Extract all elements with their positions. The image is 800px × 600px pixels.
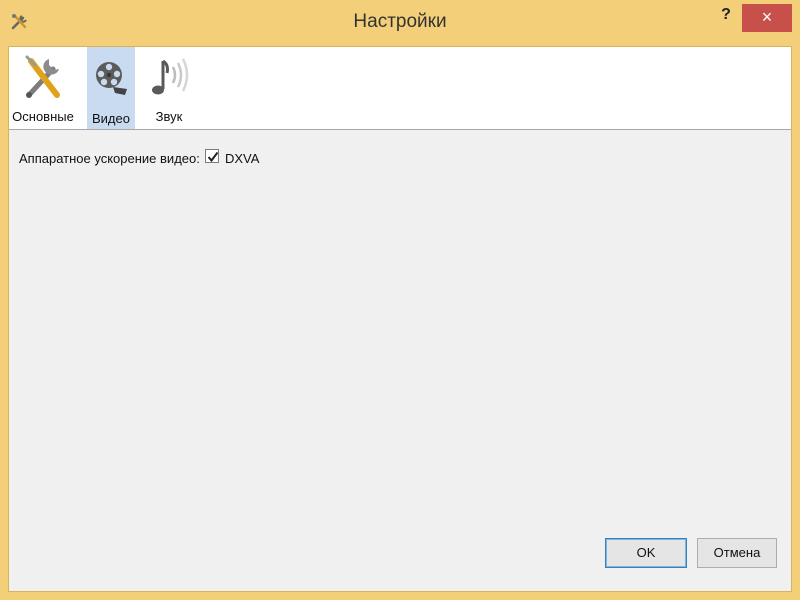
client-area: Основные Видео Звук Аппаратное ускорение… xyxy=(8,46,792,592)
checkmark-icon xyxy=(207,151,219,163)
dxva-label[interactable]: DXVA xyxy=(225,151,259,166)
window-title: Настройки xyxy=(353,11,447,32)
tab-video[interactable]: Видео xyxy=(87,47,135,129)
music-note-icon xyxy=(149,53,191,108)
close-button[interactable]: × xyxy=(742,4,792,32)
tab-general-label: Основные xyxy=(12,109,74,124)
tab-sound-label: Звук xyxy=(155,109,183,124)
settings-window: Настройки ? × Основные Видео Звук Аппара… xyxy=(0,0,800,600)
hw-accel-label: Аппаратное ускорение видео: xyxy=(19,151,200,166)
settings-toolbar: Основные Видео Звук xyxy=(9,47,791,130)
help-button[interactable]: ? xyxy=(712,4,740,28)
tab-video-label: Видео xyxy=(92,111,130,126)
dxva-checkbox[interactable] xyxy=(205,149,219,163)
tab-general[interactable]: Основные xyxy=(9,47,77,129)
ok-button[interactable]: OK xyxy=(605,538,687,568)
title-bar[interactable]: Настройки ? × xyxy=(0,0,800,46)
tab-sound[interactable]: Звук xyxy=(145,47,193,129)
cancel-button[interactable]: Отмена xyxy=(697,538,777,568)
film-reel-icon xyxy=(91,53,131,108)
tools-icon xyxy=(23,53,63,108)
